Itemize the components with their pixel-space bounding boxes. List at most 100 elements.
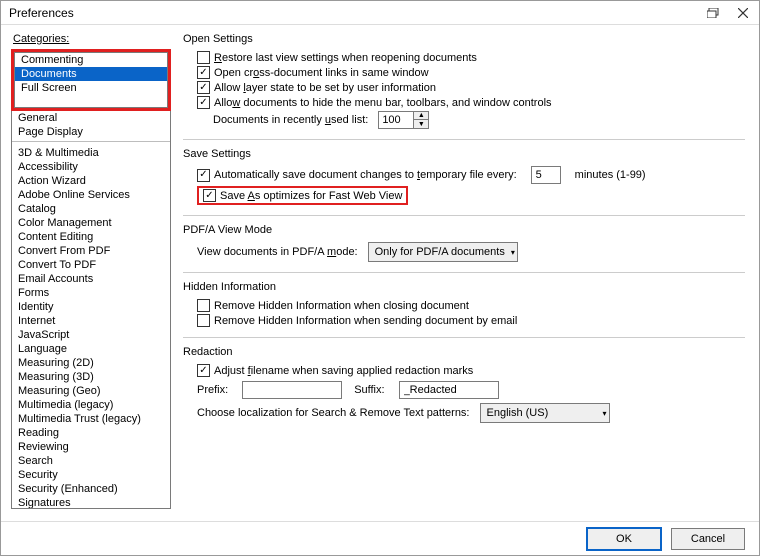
cross-doc-label: Open cross-document links in same window (214, 67, 429, 79)
recent-docs-input[interactable] (379, 113, 413, 127)
autosave-checkbox[interactable] (197, 169, 210, 182)
recent-docs-label: Documents in recently used list: (213, 114, 368, 126)
category-item[interactable]: Measuring (Geo) (12, 384, 170, 398)
hidden-email-row: Remove Hidden Information when sending d… (197, 314, 745, 327)
pdfa-label: View documents in PDF/A mode: (197, 246, 358, 258)
category-item[interactable]: Search (12, 454, 170, 468)
category-item[interactable]: 3D & Multimedia (12, 146, 170, 160)
category-item[interactable]: Accessibility (12, 160, 170, 174)
localization-value: English (US) (487, 407, 549, 419)
autosave-label: Automatically save document changes to t… (214, 169, 517, 181)
category-item[interactable]: Reading (12, 426, 170, 440)
pdfa-row: View documents in PDF/A mode: Only for P… (197, 242, 745, 262)
layer-state-checkbox[interactable] (197, 81, 210, 94)
prefix-suffix-row: Prefix: Suffix: (197, 381, 745, 399)
category-item[interactable]: Adobe Online Services (12, 188, 170, 202)
category-item[interactable]: Convert To PDF (12, 258, 170, 272)
hidden-email-checkbox[interactable] (197, 314, 210, 327)
categories-highlight: CommentingDocumentsFull Screen (11, 49, 171, 111)
save-settings-title: Save Settings (183, 148, 745, 160)
localization-label: Choose localization for Search & Remove … (197, 407, 470, 419)
category-item[interactable]: Security (Enhanced) (12, 482, 170, 496)
category-item[interactable]: Page Display (12, 125, 170, 139)
restore-icon[interactable] (703, 4, 723, 22)
categories-list[interactable]: GeneralPage Display 3D & MultimediaAccess… (11, 111, 171, 509)
hide-bars-label: Allow documents to hide the menu bar, to… (214, 97, 552, 109)
title-bar: Preferences (1, 1, 759, 25)
open-settings-title: Open Settings (183, 33, 745, 45)
pdfa-mode-value: Only for PDF/A documents (375, 246, 505, 258)
cross-doc-row: Open cross-document links in same window (197, 66, 745, 79)
category-item[interactable]: Multimedia Trust (legacy) (12, 412, 170, 426)
category-item[interactable]: Signatures (12, 496, 170, 509)
redaction-title: Redaction (183, 346, 745, 358)
restore-view-checkbox[interactable] (197, 51, 210, 64)
category-item[interactable]: Measuring (2D) (12, 356, 170, 370)
fastweb-highlight: Save As optimizes for Fast Web View (197, 186, 408, 205)
window-title: Preferences (9, 6, 74, 20)
category-item[interactable]: Language (12, 342, 170, 356)
category-item[interactable]: Multimedia (legacy) (12, 398, 170, 412)
spin-down-icon[interactable]: ▼ (414, 120, 428, 128)
restore-view-row: Restore last view settings when reopenin… (197, 51, 745, 64)
hidden-info-title: Hidden Information (183, 281, 745, 293)
chevron-down-icon: ▾ (511, 248, 515, 257)
category-item[interactable]: Measuring (3D) (12, 370, 170, 384)
pdfa-title: PDF/A View Mode (183, 224, 745, 236)
category-item[interactable]: Forms (12, 286, 170, 300)
fastweb-checkbox[interactable] (203, 189, 216, 202)
category-item[interactable]: Security (12, 468, 170, 482)
list-divider (12, 141, 170, 144)
cross-doc-checkbox[interactable] (197, 66, 210, 79)
separator (183, 337, 745, 338)
hidden-close-checkbox[interactable] (197, 299, 210, 312)
hidden-info-group: Hidden Information Remove Hidden Informa… (183, 281, 745, 327)
hidden-close-row: Remove Hidden Information when closing d… (197, 299, 745, 312)
ok-button[interactable]: OK (587, 528, 661, 550)
separator (183, 215, 745, 216)
autosave-suffix: minutes (1-99) (575, 169, 646, 181)
prefix-input[interactable] (242, 381, 342, 399)
suffix-label: Suffix: (354, 384, 384, 396)
pdfa-group: PDF/A View Mode View documents in PDF/A … (183, 224, 745, 262)
category-item[interactable]: JavaScript (12, 328, 170, 342)
recent-docs-stepper[interactable]: ▲▼ (378, 111, 429, 129)
suffix-input[interactable] (399, 381, 499, 399)
category-item[interactable]: Full Screen (15, 81, 167, 95)
adjust-filename-label: Adjust filename when saving applied reda… (214, 365, 473, 377)
chevron-down-icon: ▾ (602, 409, 606, 418)
dialog-footer: OK Cancel (1, 521, 759, 555)
fastweb-row: Save As optimizes for Fast Web View (197, 186, 745, 205)
layer-state-row: Allow layer state to be set by user info… (197, 81, 745, 94)
cancel-button[interactable]: Cancel (671, 528, 745, 550)
category-item[interactable]: Color Management (12, 216, 170, 230)
category-item[interactable]: Documents (15, 67, 167, 81)
categories-list-top[interactable]: CommentingDocumentsFull Screen (14, 52, 168, 108)
localization-row: Choose localization for Search & Remove … (197, 403, 745, 423)
autosave-minutes-input[interactable] (531, 166, 561, 184)
category-item[interactable]: Commenting (15, 53, 167, 67)
hidden-email-label: Remove Hidden Information when sending d… (214, 315, 517, 327)
category-item[interactable]: Catalog (12, 202, 170, 216)
close-icon[interactable] (733, 4, 753, 22)
fastweb-label: Save As optimizes for Fast Web View (220, 190, 402, 202)
redaction-group: Redaction Adjust filename when saving ap… (183, 346, 745, 423)
hide-bars-checkbox[interactable] (197, 96, 210, 109)
pdfa-mode-select[interactable]: Only for PDF/A documents ▾ (368, 242, 518, 262)
localization-select[interactable]: English (US) ▾ (480, 403, 610, 423)
spin-up-icon[interactable]: ▲ (414, 112, 428, 120)
adjust-filename-checkbox[interactable] (197, 364, 210, 377)
category-item[interactable]: General (12, 111, 170, 125)
category-item[interactable]: Content Editing (12, 230, 170, 244)
category-item[interactable]: Email Accounts (12, 272, 170, 286)
separator (183, 272, 745, 273)
category-item[interactable]: Internet (12, 314, 170, 328)
category-item[interactable]: Convert From PDF (12, 244, 170, 258)
hide-bars-row: Allow documents to hide the menu bar, to… (197, 96, 745, 109)
save-settings-group: Save Settings Automatically save documen… (183, 148, 745, 205)
category-item[interactable]: Action Wizard (12, 174, 170, 188)
category-item[interactable]: Identity (12, 300, 170, 314)
adjust-filename-row: Adjust filename when saving applied reda… (197, 364, 745, 377)
category-item[interactable]: Reviewing (12, 440, 170, 454)
prefix-label: Prefix: (197, 384, 228, 396)
